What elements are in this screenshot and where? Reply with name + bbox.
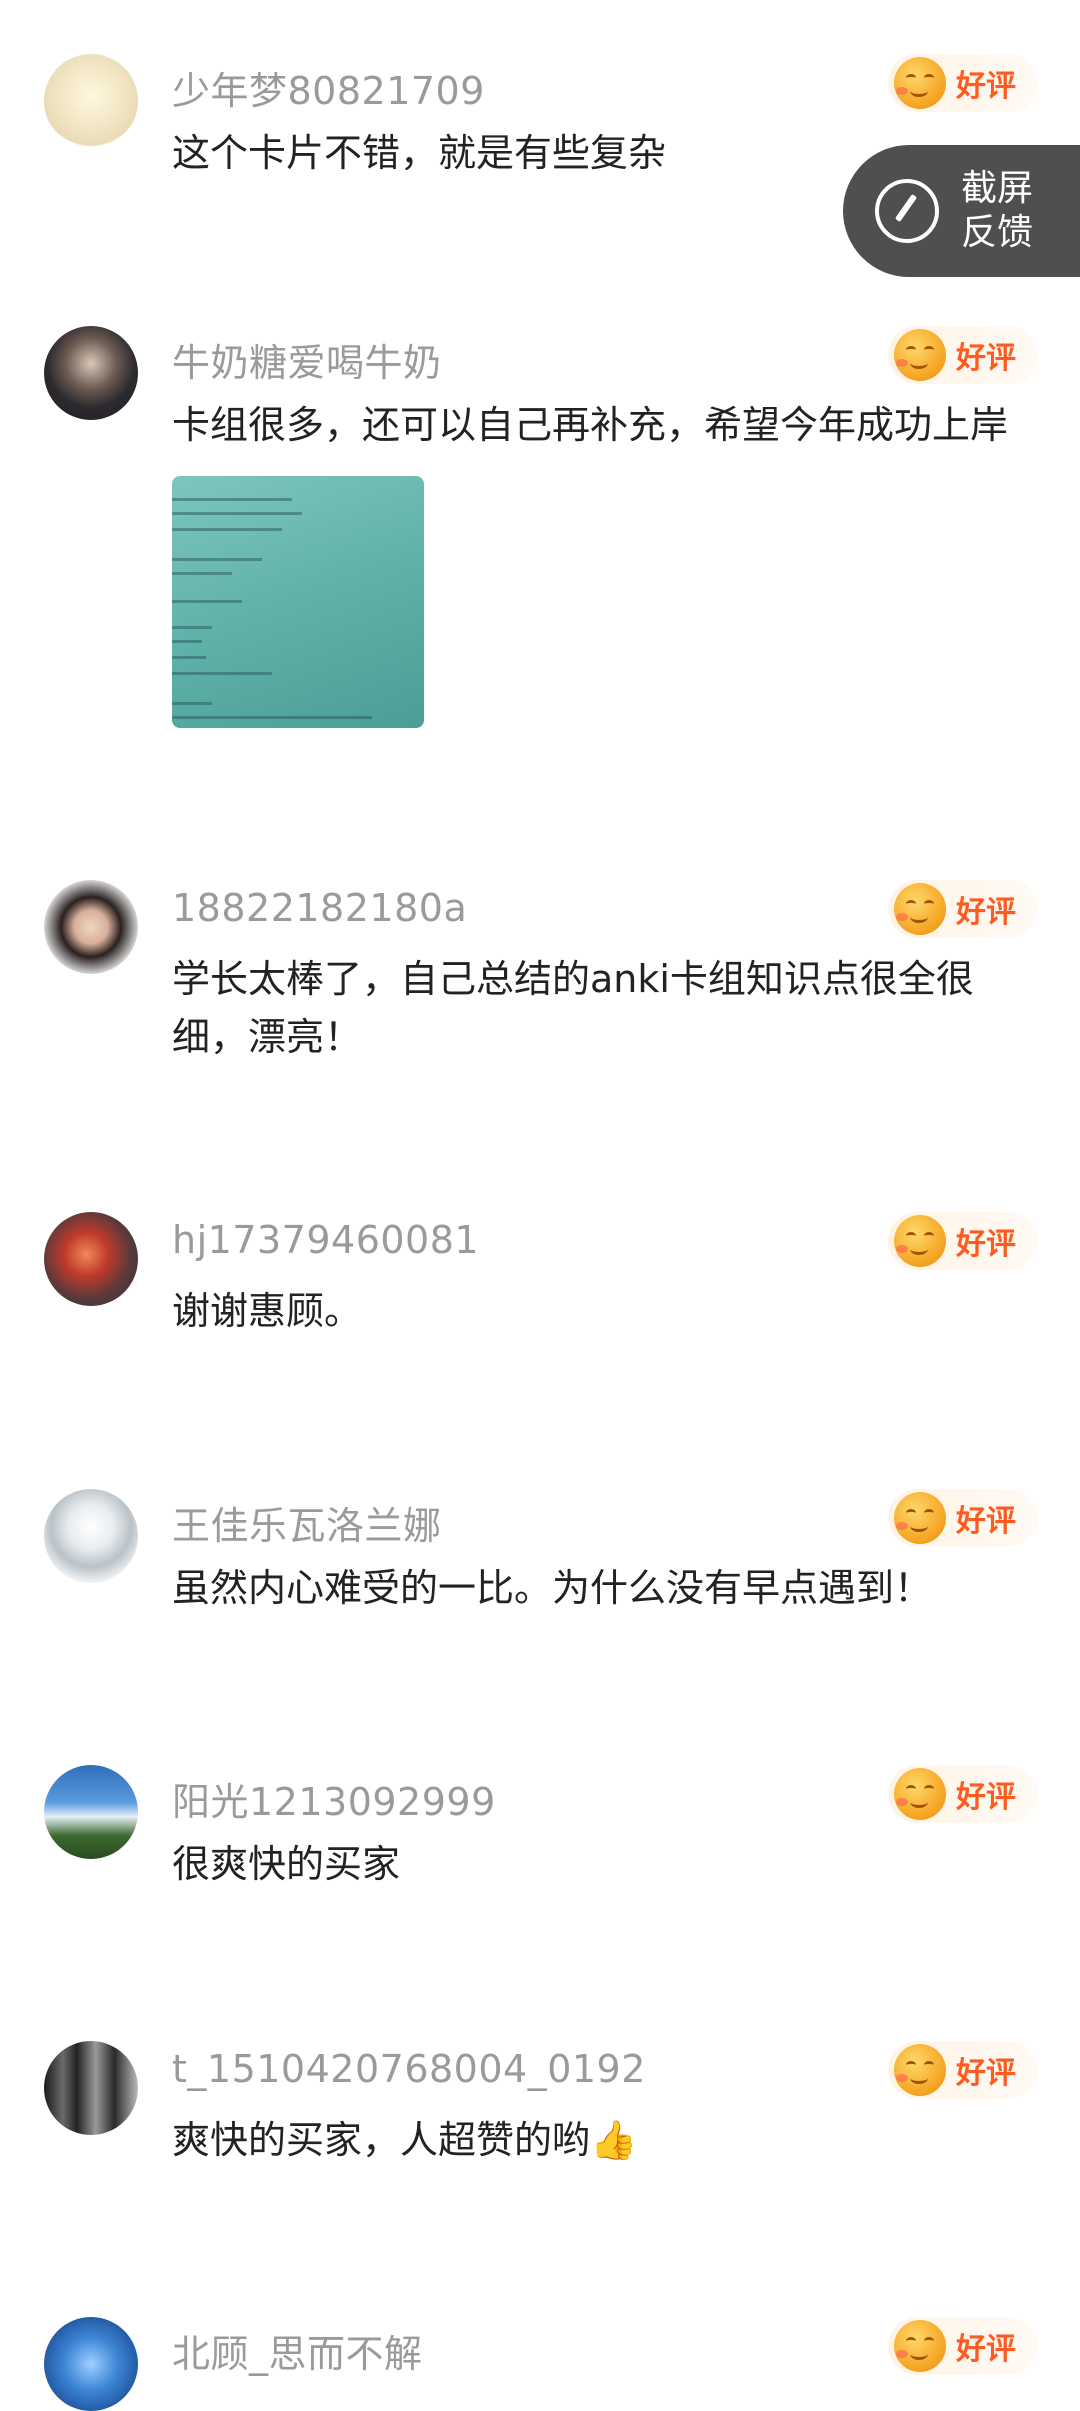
positive-rating-badge: 好评 — [888, 2317, 1038, 2375]
user-avatar[interactable] — [44, 880, 138, 974]
smile-face-icon — [894, 2320, 946, 2372]
smile-face-icon — [894, 1215, 946, 1267]
user-avatar[interactable] — [44, 1765, 138, 1859]
user-avatar[interactable] — [44, 54, 138, 148]
rating-label: 好评 — [956, 2056, 1016, 2091]
username[interactable]: 阳光1213092999 — [172, 1771, 496, 1826]
rating-label: 好评 — [956, 895, 1016, 930]
positive-rating-badge: 好评 — [888, 326, 1038, 384]
username[interactable]: hj17379460081 — [172, 1218, 479, 1262]
feedback-label-line1: 截屏 — [961, 168, 1034, 209]
comment-text: 虽然内心难受的一比。为什么没有早点遇到！ — [172, 1566, 933, 1610]
smile-face-icon — [894, 2044, 946, 2096]
user-avatar[interactable] — [44, 2041, 138, 2135]
smile-face-icon — [894, 57, 946, 109]
rating-label: 好评 — [956, 69, 1016, 104]
username[interactable]: t_1510420768004_0192 — [172, 2047, 646, 2091]
screenshot-feedback-button[interactable]: 截屏 反馈 — [843, 145, 1080, 277]
username[interactable]: 牛奶糖爱喝牛奶 — [172, 332, 442, 387]
user-avatar[interactable] — [44, 1489, 138, 1583]
thumbs-up-icon: 👍 — [590, 2118, 638, 2162]
username[interactable]: 北顾_思而不解 — [172, 2323, 423, 2378]
comment-text: 卡组很多，还可以自己再补充，希望今年成功上岸 — [172, 403, 1009, 447]
comment-text: 爽快的买家，人超赞的哟👍 — [172, 2111, 1042, 2169]
feedback-label-line2: 反馈 — [961, 212, 1034, 253]
positive-rating-badge: 好评 — [888, 1489, 1038, 1547]
rating-label: 好评 — [956, 2332, 1016, 2367]
positive-rating-badge: 好评 — [888, 880, 1038, 938]
comment-photo[interactable] — [172, 476, 424, 728]
rating-label: 好评 — [956, 1227, 1016, 1262]
comment-text: 很爽快的买家 — [172, 1842, 401, 1886]
comment-text-body: 爽快的买家，人超赞的哟 — [172, 2118, 591, 2162]
positive-rating-badge: 好评 — [888, 1765, 1038, 1823]
smile-face-icon — [894, 1492, 946, 1544]
comment-text: 谢谢惠顾。 — [172, 1289, 363, 1333]
user-avatar[interactable] — [44, 326, 138, 420]
username[interactable]: 少年梦80821709 — [172, 60, 485, 115]
rating-label: 好评 — [956, 1780, 1016, 1815]
comment-text: 学长太棒了，自己总结的anki卡组知识点很全很细，漂亮！ — [172, 957, 974, 1059]
positive-rating-badge: 好评 — [888, 2041, 1038, 2099]
rating-label: 好评 — [956, 341, 1016, 376]
user-avatar[interactable] — [44, 2317, 138, 2411]
user-avatar[interactable] — [44, 1212, 138, 1306]
username[interactable]: 王佳乐瓦洛兰娜 — [172, 1495, 442, 1550]
positive-rating-badge: 好评 — [888, 54, 1038, 112]
rating-label: 好评 — [956, 1504, 1016, 1539]
username[interactable]: 18822182180a — [172, 886, 467, 930]
pencil-icon — [875, 179, 939, 243]
smile-face-icon — [894, 883, 946, 935]
smile-face-icon — [894, 1768, 946, 1820]
smile-face-icon — [894, 329, 946, 381]
positive-rating-badge: 好评 — [888, 1212, 1038, 1270]
